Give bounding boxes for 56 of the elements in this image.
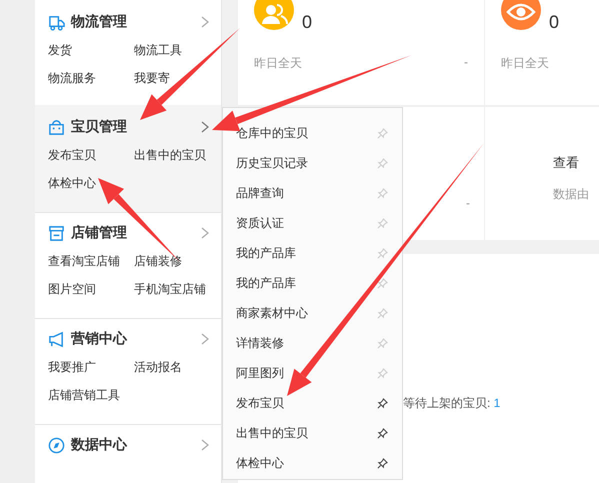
menu-link[interactable]: 店铺装修 <box>134 251 221 271</box>
menu-link[interactable]: 发货 <box>48 40 134 60</box>
flyout-item[interactable]: 品牌查询 <box>236 184 284 202</box>
shop-icon <box>48 224 65 242</box>
change-value: - <box>464 55 468 71</box>
menu-link[interactable]: 我要推广 <box>48 357 134 377</box>
change-value: - <box>466 196 470 210</box>
section-title: 店铺管理 <box>71 224 127 242</box>
menu-link[interactable]: 出售中的宝贝 <box>134 145 221 165</box>
truck-icon <box>48 14 65 30</box>
flyout-item[interactable]: 商家素材中心 <box>236 304 308 322</box>
section-title: 营销中心 <box>71 330 127 348</box>
chevron-icon[interactable] <box>201 227 209 239</box>
menu-link[interactable]: 店铺营销工具 <box>48 385 134 405</box>
sidebar-section[interactable]: 宝贝管理 发布宝贝 出售中的宝贝 体检中心 <box>35 105 221 213</box>
period-label: 昨日全天 <box>254 55 302 72</box>
menu-link[interactable]: 发布宝贝 <box>48 145 134 165</box>
menu-link[interactable]: 我要寄 <box>134 68 221 88</box>
menu-link[interactable]: 查看淘宝店铺 <box>48 251 134 271</box>
menu-link[interactable]: 物流工具 <box>134 40 221 60</box>
flyout-item[interactable]: 出售中的宝贝 <box>236 424 308 442</box>
compass-icon <box>48 436 65 454</box>
flyout-item[interactable]: 我的产品库 <box>236 274 296 292</box>
stat-value: 0 <box>302 12 312 33</box>
section-title: 宝贝管理 <box>71 118 127 136</box>
flyout-item[interactable]: 资质认证 <box>236 214 284 232</box>
menu-link[interactable]: 物流服务 <box>48 68 134 88</box>
pending-items-text: 等待上架的宝贝: 1 <box>403 396 500 410</box>
section-title: 物流管理 <box>71 13 127 31</box>
menu-link[interactable]: 手机淘宝店铺 <box>134 279 221 299</box>
menu-link[interactable]: 体检中心 <box>48 173 134 193</box>
menu-link[interactable]: 活动报名 <box>134 357 221 377</box>
pin-icon[interactable] <box>377 458 388 468</box>
flyout-item[interactable]: 我的产品库 <box>236 244 296 262</box>
bag-icon <box>48 118 65 136</box>
pin-icon[interactable] <box>377 428 388 438</box>
chevron-icon[interactable] <box>201 439 209 451</box>
stat-value: 0 <box>549 12 560 33</box>
chevron-icon[interactable] <box>201 333 209 345</box>
data-note: 数据由 <box>553 186 590 203</box>
chevron-icon[interactable] <box>201 16 209 28</box>
section-title: 数据中心 <box>71 436 127 454</box>
flyout-item[interactable]: 体检中心 <box>236 454 284 472</box>
sidebar-section[interactable]: 数据中心 <box>35 423 221 483</box>
period-label: 昨日全天 <box>501 55 549 72</box>
flyout-item[interactable]: 仓库中的宝贝 <box>236 124 308 142</box>
pin-icon[interactable] <box>377 398 388 408</box>
megaphone-icon <box>48 330 65 348</box>
menu-link[interactable]: 图片空间 <box>48 279 134 299</box>
flyout-item[interactable]: 发布宝贝 <box>236 394 284 412</box>
sidebar-section[interactable]: 营销中心 我要推广 活动报名 店铺营销工具 <box>35 317 221 425</box>
flyout-item[interactable]: 历史宝贝记录 <box>236 154 308 172</box>
chevron-icon[interactable] <box>201 121 209 133</box>
flyout-item[interactable]: 阿里图列 <box>236 364 284 382</box>
flyout-item[interactable]: 详情装修 <box>236 334 284 352</box>
view-more-link[interactable]: 查看 <box>553 154 599 172</box>
